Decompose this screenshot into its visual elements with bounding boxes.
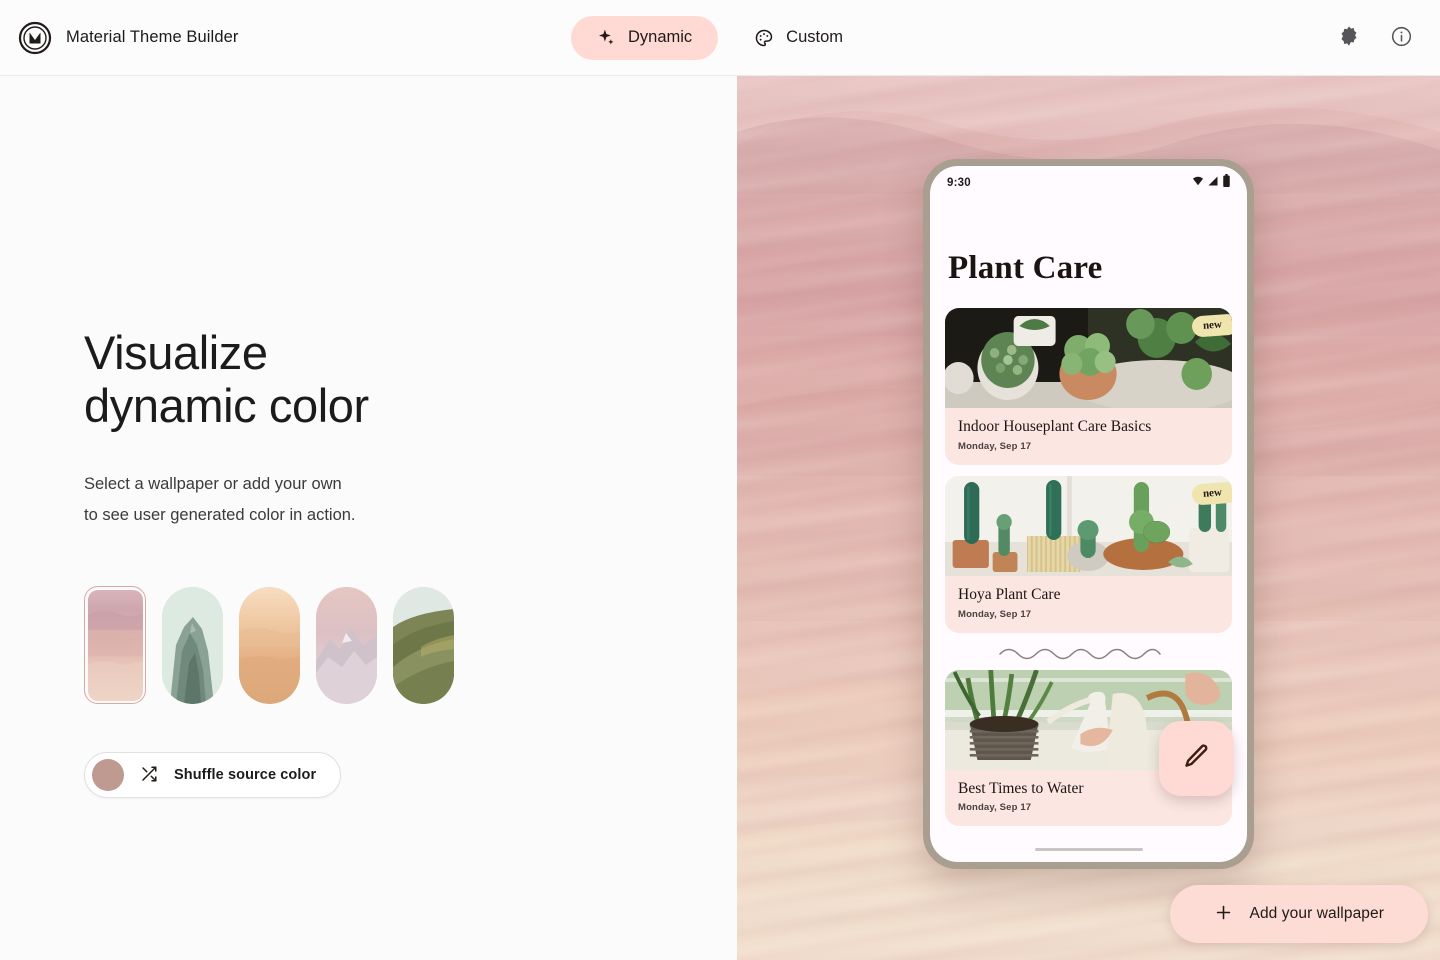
edit-fab[interactable]: [1159, 721, 1234, 796]
wallpaper-thumb-green-rock[interactable]: [162, 586, 223, 704]
card-date: Monday, Sep 17: [958, 608, 1032, 620]
mode-tabs: Dynamic Custom: [570, 15, 869, 60]
article-card[interactable]: new Indoor Houseplant Care Basics Monday…: [945, 308, 1232, 465]
headline-line-2: dynamic color: [84, 379, 369, 432]
headline-line-1: Visualize: [84, 326, 268, 379]
card-title: Hoya Plant Care: [958, 585, 1061, 603]
info-button[interactable]: [1386, 23, 1416, 53]
status-bar-time: 9:30: [947, 177, 971, 189]
wallpaper-thumb-lilac-mountain[interactable]: [316, 586, 377, 704]
plus-icon: [1214, 903, 1233, 925]
info-circle-icon: [1390, 25, 1413, 51]
tab-dynamic-label: Dynamic: [627, 28, 693, 46]
add-wallpaper-button[interactable]: Add your wallpaper: [1169, 885, 1428, 943]
phone-mockup: 9:30 Plant Care new Indoor Houseplant Ca…: [923, 159, 1254, 869]
tab-custom[interactable]: Custom: [728, 16, 869, 60]
card-body: Indoor Houseplant Care Basics Monday, Se…: [945, 408, 1232, 465]
app-screen-title: Plant Care: [948, 250, 1103, 286]
header-actions: [1334, 23, 1440, 53]
card-title: Indoor Houseplant Care Basics: [958, 418, 1152, 435]
source-color-swatch: [92, 759, 124, 791]
brightness-contrast-icon: [1338, 25, 1360, 50]
palette-icon: [754, 28, 774, 48]
app-root: Material Theme Builder Dynamic Custom Vi…: [0, 0, 1440, 960]
wifi-icon: [1192, 174, 1204, 192]
preview-panel: 9:30 Plant Care new Indoor Houseplant Ca…: [737, 76, 1440, 960]
shuffle-icon: [140, 765, 158, 786]
status-badge: new: [1191, 481, 1232, 506]
subcopy-line-2: to see user generated color in action.: [84, 506, 356, 524]
subcopy-line-1: Select a wallpaper or add your own: [84, 475, 342, 493]
wallpaper-thumb-peach-desert[interactable]: [239, 586, 300, 704]
status-bar-icons: [1192, 174, 1231, 192]
material-m-logo-icon: [18, 21, 52, 55]
wavy-divider: [945, 642, 1232, 664]
shuffle-source-color-button[interactable]: Shuffle source color: [84, 752, 342, 798]
phone-screen: 9:30 Plant Care new Indoor Houseplant Ca…: [930, 166, 1247, 862]
dark-mode-toggle-button[interactable]: [1334, 23, 1364, 53]
wallpaper-thumb-pink-dunes[interactable]: [84, 586, 146, 704]
article-card[interactable]: new Hoya Plant Care Monday, Sep 17: [945, 475, 1232, 633]
sparkle-icon: [597, 28, 616, 47]
main-body: Visualize dynamic color Select a wallpap…: [0, 76, 1440, 960]
card-date: Monday, Sep 17: [958, 802, 1032, 814]
headline: Visualize dynamic color: [84, 326, 684, 432]
app-header: Material Theme Builder Dynamic Custom: [0, 0, 1440, 76]
card-body: Hoya Plant Care Monday, Sep 17: [945, 576, 1232, 633]
left-panel: Visualize dynamic color Select a wallpap…: [0, 76, 737, 960]
card-image-cactus-shelf: [945, 475, 1232, 576]
shuffle-label: Shuffle source color: [174, 767, 317, 783]
signal-icon: [1207, 174, 1219, 192]
wallpaper-thumb-olive-hillside[interactable]: [393, 586, 454, 704]
add-wallpaper-label: Add your wallpaper: [1249, 905, 1384, 922]
status-badge: new: [1191, 313, 1232, 338]
page-title: Material Theme Builder: [66, 28, 239, 46]
pencil-icon: [1182, 742, 1212, 775]
tab-custom-label: Custom: [786, 28, 844, 46]
home-indicator: [1034, 847, 1143, 851]
status-bar: 9:30: [930, 166, 1247, 200]
brand: Material Theme Builder: [0, 21, 238, 55]
battery-icon: [1222, 174, 1231, 192]
wallpaper-thumbnail-list: [84, 586, 684, 704]
tab-dynamic[interactable]: Dynamic: [570, 15, 719, 60]
card-date: Monday, Sep 17: [958, 440, 1032, 452]
subcopy: Select a wallpaper or add your own to se…: [84, 469, 684, 531]
card-image-potted-succulents: [945, 308, 1232, 408]
